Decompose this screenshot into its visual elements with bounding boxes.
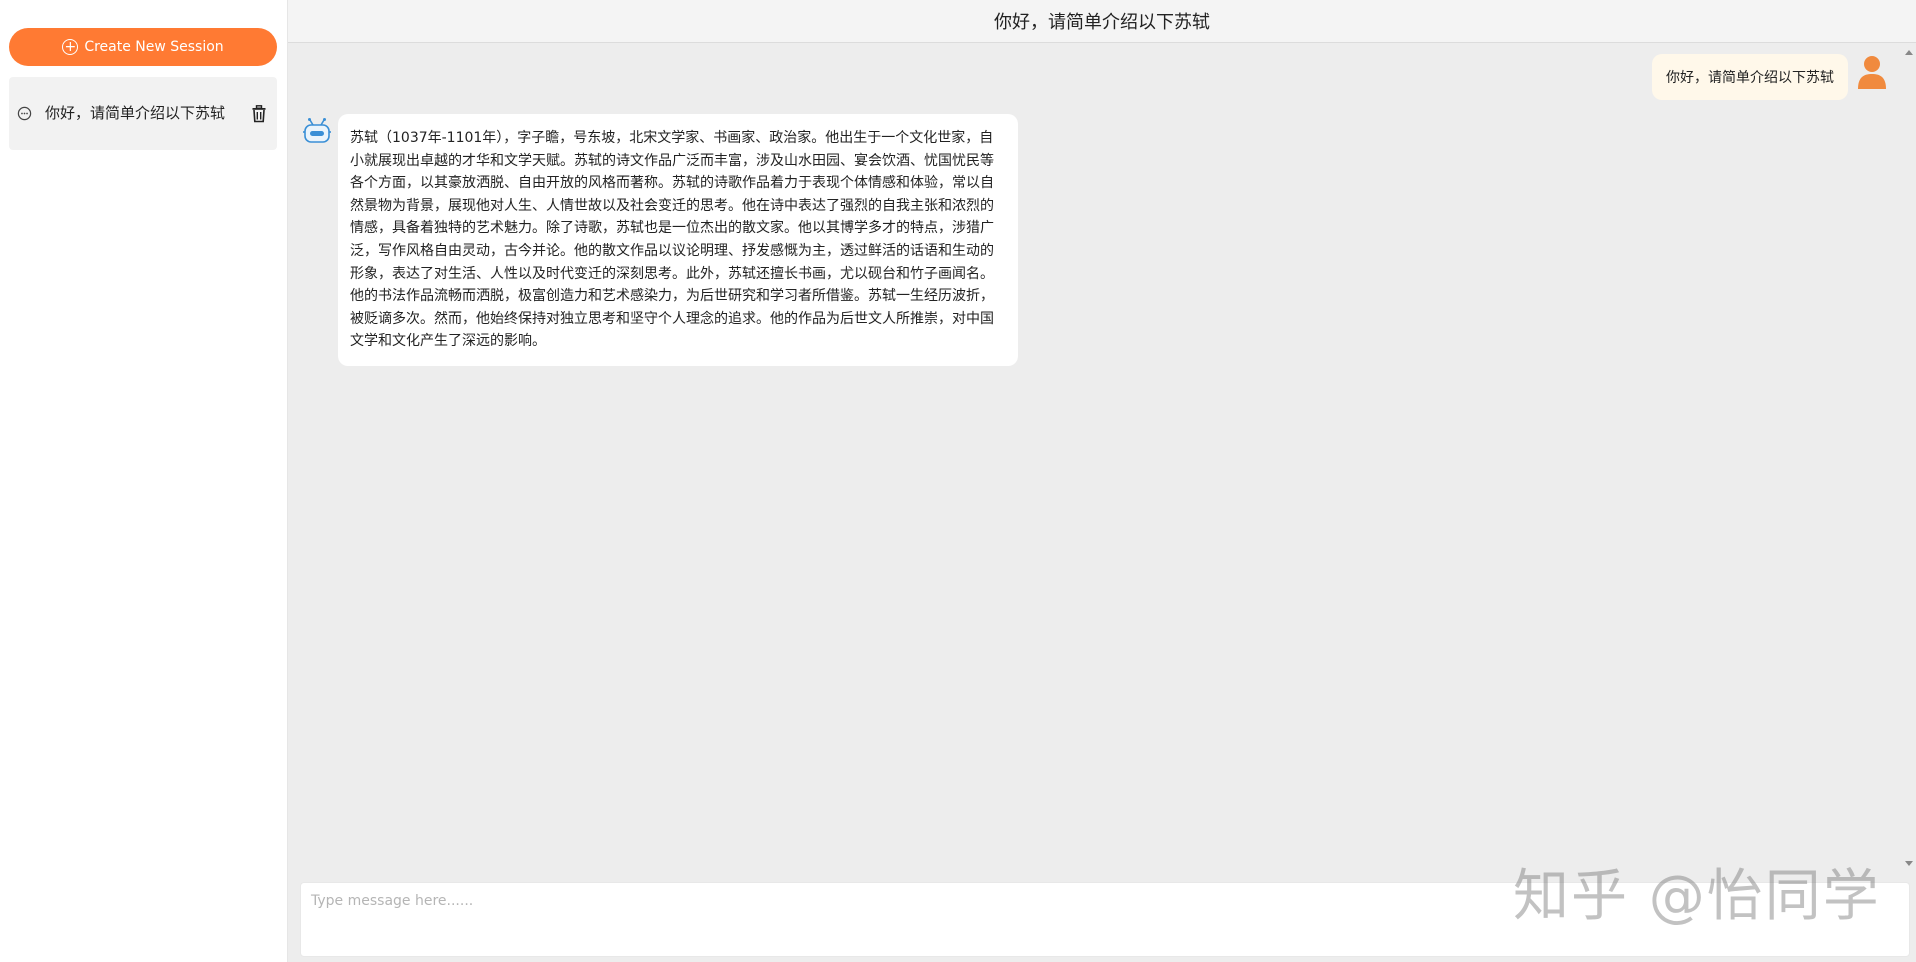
chat-scrollbar[interactable]: [1903, 44, 1916, 870]
scroll-down-icon[interactable]: [1905, 861, 1913, 866]
bot-message-row: 苏轼（1037年-1101年），字子瞻，号东坡，北宋文学家、书画家、政治家。他出…: [302, 114, 1018, 366]
chat-panel: 你好，请简单介绍以下苏轼 你好，请简单介绍以下苏轼 苏轼（1037年-1101年…: [288, 0, 1916, 962]
sidebar: + Create New Session 你好，请简单介绍以下苏轼: [0, 0, 288, 962]
user-message-bubble: 你好，请简单介绍以下苏轼: [1652, 54, 1848, 100]
create-new-session-button[interactable]: + Create New Session: [9, 28, 277, 66]
message-input-container: [300, 882, 1910, 957]
bot-message-bubble: 苏轼（1037年-1101年），字子瞻，号东坡，北宋文学家、书画家、政治家。他出…: [338, 114, 1018, 366]
create-new-session-label: Create New Session: [84, 39, 224, 55]
user-icon: [1858, 56, 1886, 89]
plus-circle-icon: +: [62, 39, 79, 55]
chat-title: 你好，请简单介绍以下苏轼: [994, 12, 1210, 33]
chat-header: 你好，请简单介绍以下苏轼: [288, 0, 1916, 43]
session-item[interactable]: 你好，请简单介绍以下苏轼: [9, 77, 277, 150]
scroll-up-icon[interactable]: [1905, 50, 1913, 55]
user-message-row: 你好，请简单介绍以下苏轼: [1652, 54, 1888, 100]
session-label: 你好，请简单介绍以下苏轼: [45, 104, 226, 122]
robot-icon: [303, 118, 331, 143]
chat-bubble-icon: [17, 106, 32, 121]
trash-icon[interactable]: [251, 104, 267, 123]
message-input[interactable]: [301, 883, 1909, 956]
